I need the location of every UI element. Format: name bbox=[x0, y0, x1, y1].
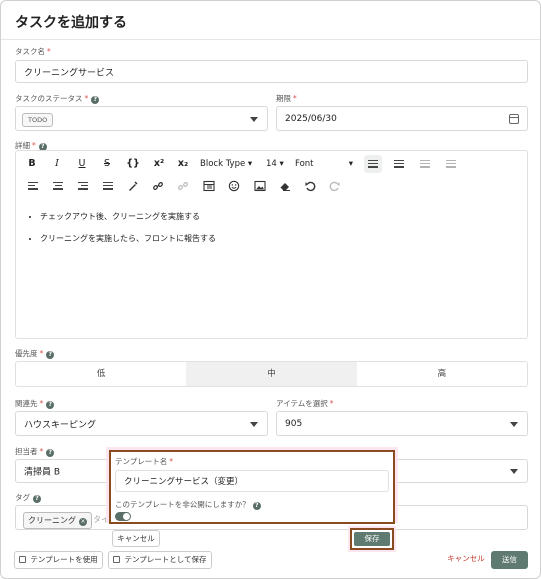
status-label: タスクのステータス *? bbox=[15, 93, 100, 104]
template-name-input[interactable]: クリーニングサービス（変更） bbox=[115, 470, 389, 492]
chevron-down-icon bbox=[510, 421, 518, 427]
private-toggle[interactable] bbox=[115, 512, 131, 521]
help-icon: ? bbox=[46, 449, 55, 457]
chevron-down-icon bbox=[510, 469, 518, 474]
undo-icon[interactable] bbox=[304, 180, 316, 192]
template-name-popup: テンプレート名 * クリーニングサービス（変更） このテンプレートを非公開にします… bbox=[109, 450, 395, 524]
footer-cancel-button[interactable]: キャンセル bbox=[444, 551, 488, 569]
pen-icon[interactable] bbox=[127, 180, 139, 192]
code-button[interactable]: {} bbox=[124, 157, 142, 171]
align-center-icon[interactable] bbox=[53, 182, 63, 192]
item-select[interactable]: 905 bbox=[276, 411, 528, 436]
dialog-title: タスクを追加する bbox=[15, 15, 127, 31]
block-type-select[interactable]: Block Type ▾ bbox=[200, 157, 260, 171]
template-icon bbox=[19, 556, 27, 563]
due-label: 期限 * bbox=[276, 94, 297, 103]
underline-button[interactable]: U bbox=[74, 157, 90, 171]
font-size-select[interactable]: 14 ▾ bbox=[266, 157, 288, 171]
strikethrough-button[interactable]: S bbox=[99, 157, 115, 171]
popup-save-button[interactable]: 保存 bbox=[350, 528, 394, 550]
bulleted-list-button[interactable] bbox=[364, 155, 382, 173]
help-icon: ? bbox=[46, 401, 55, 409]
italic-button[interactable]: I bbox=[49, 157, 65, 171]
eraser-icon[interactable] bbox=[279, 180, 291, 192]
help-icon: ? bbox=[46, 351, 55, 359]
chevron-down-icon bbox=[250, 421, 258, 427]
status-select[interactable]: TODO bbox=[15, 106, 268, 131]
due-date-input[interactable]: 2025/06/30 bbox=[276, 106, 528, 131]
numbered-list-button[interactable] bbox=[390, 155, 408, 173]
submit-button[interactable]: 送信 bbox=[491, 551, 528, 569]
due-date-value: 2025/06/30 bbox=[285, 113, 337, 124]
superscript-button[interactable]: x² bbox=[150, 157, 168, 171]
table-icon[interactable] bbox=[203, 180, 215, 192]
item-label: アイテムを選択 * bbox=[276, 399, 334, 408]
assignee-label: 担当者 *? bbox=[15, 446, 55, 457]
template-name-label: テンプレート名 * bbox=[115, 457, 174, 466]
assignee-value: 清掃員 B bbox=[24, 467, 61, 478]
priority-low[interactable]: 低 bbox=[16, 362, 186, 386]
subscript-button[interactable]: x₂ bbox=[174, 157, 192, 171]
tag-chip: クリーニング × bbox=[23, 512, 92, 529]
add-task-dialog: タスクを追加する タスク名 * クリーニングサービス タスクのステータス *? TO… bbox=[0, 0, 541, 579]
align-left-icon[interactable] bbox=[28, 182, 38, 192]
priority-segmented-control: 低 中 高 bbox=[15, 361, 528, 387]
font-select[interactable]: Font ▾ bbox=[295, 157, 357, 171]
chevron-down-icon bbox=[250, 116, 258, 122]
template-name-value: クリーニングサービス（変更） bbox=[124, 477, 244, 487]
rich-text-editor[interactable]: B I U S {} x² x₂ Block Type ▾ 14 ▾ Font ▾ bbox=[15, 150, 528, 339]
dialog-header: タスクを追加する bbox=[1, 1, 540, 40]
close-icon[interactable]: × bbox=[79, 518, 87, 526]
item-value: 905 bbox=[285, 418, 303, 429]
redo-icon[interactable] bbox=[329, 180, 341, 192]
image-icon[interactable] bbox=[254, 180, 266, 192]
related-label: 関連先 *? bbox=[15, 398, 55, 409]
emoji-icon[interactable] bbox=[228, 180, 240, 192]
align-justify-icon[interactable] bbox=[103, 182, 113, 192]
list-item: チェックアウト後、クリーニングを実施する bbox=[40, 211, 216, 222]
task-name-input[interactable]: クリーニングサービス bbox=[15, 60, 528, 83]
indent-button[interactable] bbox=[442, 155, 460, 173]
priority-medium[interactable]: 中 bbox=[186, 362, 357, 386]
related-value: ハウスキーピング bbox=[24, 420, 97, 430]
link-icon[interactable] bbox=[152, 180, 164, 192]
save-icon bbox=[113, 556, 121, 563]
popup-cancel-button[interactable]: キャンセル bbox=[112, 530, 160, 547]
editor-content[interactable]: チェックアウト後、クリーニングを実施する クリーニングを実施したら、フロントに報… bbox=[26, 211, 216, 255]
popup-save-label: 保存 bbox=[354, 532, 390, 546]
status-pill: TODO bbox=[22, 113, 54, 127]
template-private-label: このテンプレートを非公開にしますか？? bbox=[115, 499, 261, 510]
priority-high[interactable]: 高 bbox=[357, 362, 527, 386]
indent-icon bbox=[446, 160, 456, 170]
task-name-value: クリーニングサービス bbox=[24, 68, 115, 78]
help-icon: ? bbox=[91, 96, 100, 104]
related-select[interactable]: ハウスキーピング bbox=[15, 411, 268, 436]
bulleted-list-icon bbox=[368, 160, 378, 170]
align-right-icon[interactable] bbox=[78, 182, 88, 192]
save-as-template-button[interactable]: テンプレートとして保存 bbox=[108, 551, 212, 569]
bold-button[interactable]: B bbox=[24, 157, 40, 171]
task-name-label: タスク名 * bbox=[15, 47, 51, 56]
help-icon: ? bbox=[252, 502, 261, 510]
calendar-icon[interactable] bbox=[509, 113, 519, 124]
tags-label: タグ? bbox=[15, 492, 41, 503]
use-template-button[interactable]: テンプレートを使用 bbox=[14, 551, 103, 569]
unlink-icon[interactable] bbox=[177, 180, 189, 192]
list-item: クリーニングを実施したら、フロントに報告する bbox=[40, 233, 216, 244]
outdent-icon bbox=[420, 160, 430, 170]
help-icon: ? bbox=[33, 495, 41, 503]
numbered-list-icon bbox=[394, 160, 404, 170]
priority-label: 優先度 *? bbox=[15, 348, 55, 359]
outdent-button[interactable] bbox=[416, 155, 434, 173]
